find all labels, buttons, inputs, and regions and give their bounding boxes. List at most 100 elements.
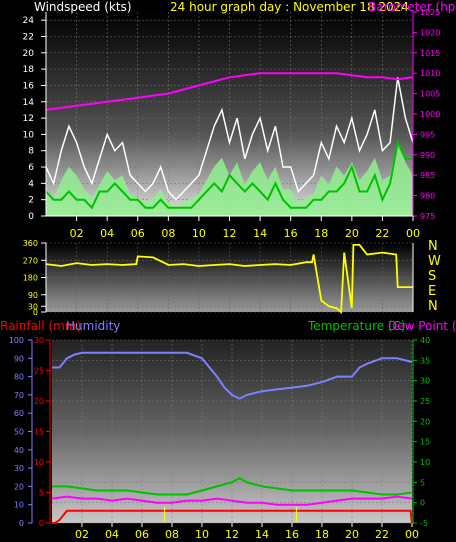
compass-right-ticks: NWSEN bbox=[428, 239, 441, 314]
temperature-tick-label: 5 bbox=[420, 478, 425, 487]
weather-graph: 024681012141618202224 975980985990995100… bbox=[0, 0, 456, 541]
climate-x-tick-label: 06 bbox=[135, 528, 149, 541]
wind-x-tick-label: 02 bbox=[70, 227, 84, 240]
barometer-tick-label: 985 bbox=[420, 171, 435, 180]
climate-x-ticks: 02 04 06 08 10 12 14 16 18 20 22 00 bbox=[75, 523, 419, 541]
climate-x-tick-label: 08 bbox=[165, 528, 179, 541]
rainfall-tick-label: 30 bbox=[34, 336, 44, 345]
barometer-tick-label: 975 bbox=[420, 212, 435, 221]
direction-tick-label: 180 bbox=[23, 274, 38, 283]
temperature-tick-label: 20 bbox=[420, 417, 430, 426]
compass-label: N bbox=[428, 299, 438, 314]
humidity-tick-label: 90 bbox=[14, 354, 24, 363]
humidity-tick-label: 40 bbox=[14, 446, 24, 455]
climate-x-tick-label: 22 bbox=[375, 528, 389, 541]
wind-tick-label: 10 bbox=[23, 130, 35, 140]
wind-x-tick-label: 16 bbox=[284, 227, 298, 240]
wind-x-tick-label: 18 bbox=[314, 227, 328, 240]
rainfall-tick-label: 5 bbox=[39, 489, 44, 498]
temperature-tick-label: 35 bbox=[420, 356, 430, 365]
climate-x-tick-label: 12 bbox=[225, 528, 239, 541]
barometer-tick-label: 1015 bbox=[420, 49, 440, 58]
wind-x-tick-label: 20 bbox=[345, 227, 359, 240]
direction-tick-label: 30 bbox=[28, 302, 38, 311]
wind-left-ticks: 024681012141618202224 bbox=[23, 16, 46, 222]
humidity-tick-label: 100 bbox=[9, 336, 24, 345]
temperature-tick-label: 0 bbox=[420, 499, 425, 508]
temperature-ticks: -5 0 5 10 15 20 25 30 35 40 bbox=[413, 336, 430, 528]
wind-tick-label: 0 bbox=[28, 212, 34, 222]
rainfall-tick-label: 20 bbox=[34, 397, 44, 406]
wind-tick-label: 6 bbox=[28, 163, 34, 173]
wind-tick-label: 12 bbox=[23, 114, 34, 124]
barometer-tick-label: 995 bbox=[420, 130, 435, 139]
wind-x-tick-label: 22 bbox=[375, 227, 389, 240]
temperature-tick-label: 15 bbox=[420, 438, 430, 447]
direction-left-ticks: 03090180270360 bbox=[23, 239, 46, 317]
climate-x-tick-label: 00 bbox=[405, 528, 419, 541]
climate-x-tick-label: 14 bbox=[255, 528, 269, 541]
climate-x-tick-label: 16 bbox=[285, 528, 299, 541]
temperature-tick-label: -5 bbox=[420, 519, 428, 528]
wind-x-tick-label: 00 bbox=[406, 227, 420, 240]
wind-x-tick-label: 10 bbox=[192, 227, 206, 240]
humidity-tick-label: 50 bbox=[14, 428, 24, 437]
climate-panel-background bbox=[52, 340, 412, 523]
compass-label: W bbox=[428, 254, 441, 269]
climate-x-tick-label: 10 bbox=[195, 528, 209, 541]
wind-panel: 024681012141618202224 975980985990995100… bbox=[23, 0, 456, 240]
direction-panel: 03090180270360 NWSEN bbox=[23, 239, 441, 317]
barometer-right-ticks: 975980985990995100010051010101510201025 bbox=[413, 8, 440, 221]
wind-x-tick-label: 04 bbox=[100, 227, 114, 240]
climate-x-tick-label: 18 bbox=[315, 528, 329, 541]
climate-x-tick-label: 20 bbox=[345, 528, 359, 541]
barometer-tick-label: 1020 bbox=[420, 28, 440, 37]
wind-x-tick-label: 06 bbox=[131, 227, 145, 240]
wind-tick-label: 20 bbox=[23, 49, 35, 59]
temperature-tick-label: 40 bbox=[420, 336, 430, 345]
humidity-axis-label: Humidity bbox=[66, 319, 120, 333]
rainfall-ticks: 0 5 10 15 20 25 30 bbox=[34, 336, 50, 528]
wind-tick-label: 14 bbox=[23, 98, 35, 108]
wind-tick-label: 18 bbox=[23, 65, 35, 75]
wind-tick-label: 24 bbox=[23, 16, 35, 26]
barometer-tick-label: 980 bbox=[420, 192, 435, 201]
humidity-tick-label: 20 bbox=[14, 482, 24, 491]
compass-label: N bbox=[428, 239, 438, 254]
wind-tick-label: 4 bbox=[28, 179, 34, 189]
humidity-tick-label: 0 bbox=[19, 519, 24, 528]
temperature-tick-label: 30 bbox=[420, 377, 430, 386]
wind-x-tick-label: 14 bbox=[253, 227, 267, 240]
rainfall-tick-label: 25 bbox=[34, 367, 44, 376]
compass-label: S bbox=[428, 269, 436, 284]
windspeed-axis-label: Windspeed (kts) bbox=[34, 0, 132, 14]
direction-tick-label: 360 bbox=[23, 239, 38, 248]
humidity-tick-label: 70 bbox=[14, 391, 24, 400]
humidity-tick-label: 80 bbox=[14, 373, 24, 382]
direction-tick-label: 90 bbox=[28, 291, 38, 300]
climate-x-tick-label: 04 bbox=[105, 528, 119, 541]
wind-tick-label: 16 bbox=[23, 81, 35, 91]
wind-tick-label: 2 bbox=[28, 196, 34, 206]
barometer-axis-label: Barometer (hpa) bbox=[368, 0, 456, 14]
barometer-tick-label: 1005 bbox=[420, 90, 440, 99]
direction-tick-label: 270 bbox=[23, 256, 38, 265]
wind-tick-label: 8 bbox=[28, 147, 34, 157]
climate-x-tick-label: 02 bbox=[75, 528, 89, 541]
barometer-tick-label: 990 bbox=[420, 151, 435, 160]
wind-x-ticks: 02 04 06 08 10 12 14 16 18 20 22 00 bbox=[70, 216, 420, 240]
rainfall-tick-label: 15 bbox=[34, 428, 44, 437]
wind-x-tick-label: 12 bbox=[223, 227, 237, 240]
humidity-ticks: 0 10 20 30 40 50 60 70 80 90 100 bbox=[9, 336, 32, 528]
humidity-tick-label: 10 bbox=[14, 501, 24, 510]
humidity-tick-label: 30 bbox=[14, 464, 24, 473]
temperature-tick-label: 10 bbox=[420, 458, 430, 467]
wind-x-tick-label: 08 bbox=[161, 227, 175, 240]
temperature-tick-label: 25 bbox=[420, 397, 430, 406]
rainfall-tick-label: 10 bbox=[34, 458, 44, 467]
climate-panel: 0 5 10 15 20 25 30 0 10 20 30 40 50 60 70 80 90 100 -5 0 5… bbox=[0, 319, 456, 541]
compass-label: E bbox=[428, 284, 436, 299]
rainfall-tick-label: 0 bbox=[39, 519, 44, 528]
barometer-tick-label: 1000 bbox=[420, 110, 440, 119]
direction-panel-background bbox=[46, 243, 413, 312]
